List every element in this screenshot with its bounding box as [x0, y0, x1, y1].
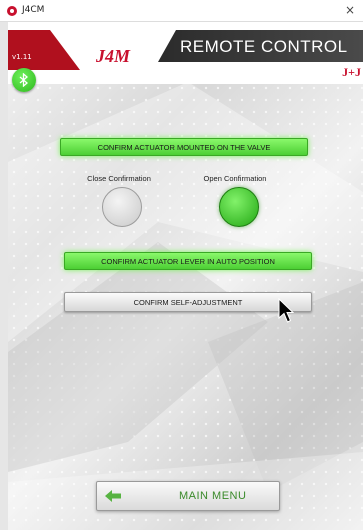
app-window: v1.11 J4M REMOTE CONTROL J+J CONFIRM ACT…	[8, 22, 363, 530]
version-label: v1.11	[12, 53, 32, 61]
close-button[interactable]: ×	[345, 3, 355, 17]
logo: J4M	[96, 46, 131, 66]
page-title: REMOTE CONTROL	[180, 37, 348, 56]
header-red-banner	[8, 30, 80, 70]
confirm-mounted-indicator: CONFIRM ACTUATOR MOUNTED ON THE VALVE	[60, 138, 308, 156]
main-menu-label: MAIN MENU	[179, 490, 247, 502]
confirm-mounted-label: CONFIRM ACTUATOR MOUNTED ON THE VALVE	[97, 142, 271, 152]
mouse-cursor-icon	[278, 298, 294, 323]
app-title: J4CM	[22, 5, 45, 15]
close-confirmation-lamp	[102, 187, 142, 227]
confirm-self-adjustment-button[interactable]: CONFIRM SELF-ADJUSTMENT	[64, 292, 312, 312]
back-arrow-icon	[105, 490, 121, 502]
main-menu-button[interactable]: MAIN MENU	[96, 481, 280, 511]
background-shading	[8, 82, 363, 530]
confirm-self-adjustment-label: CONFIRM SELF-ADJUSTMENT	[133, 297, 243, 307]
bluetooth-button[interactable]	[12, 68, 36, 92]
close-confirmation-label: Close Confirmation	[87, 174, 151, 183]
open-confirmation-lamp	[219, 187, 259, 227]
brand-logo: J+J	[342, 65, 361, 79]
open-confirmation-label: Open Confirmation	[203, 174, 267, 183]
confirm-lever-indicator: CONFIRM ACTUATOR LEVER IN AUTO POSITION	[64, 252, 312, 270]
title-bar: J4CM ×	[0, 0, 363, 22]
confirm-lever-label: CONFIRM ACTUATOR LEVER IN AUTO POSITION	[101, 256, 275, 266]
bluetooth-icon	[19, 73, 28, 87]
app-icon	[7, 6, 17, 16]
